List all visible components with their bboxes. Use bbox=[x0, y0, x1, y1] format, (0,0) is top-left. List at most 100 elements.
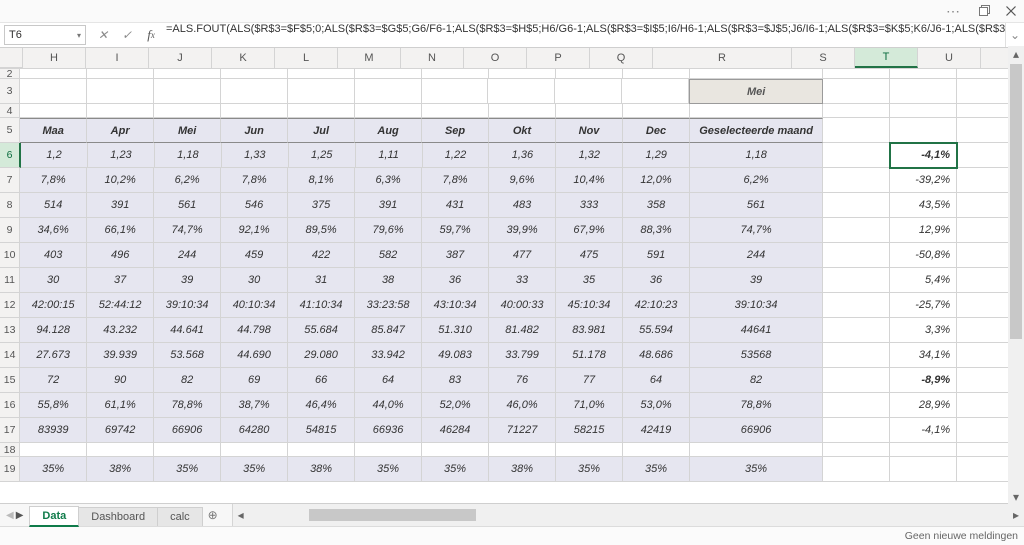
cell[interactable]: -25,7% bbox=[890, 293, 957, 318]
row-header[interactable]: 13 bbox=[0, 318, 20, 343]
table-col-header[interactable]: Dec bbox=[623, 118, 690, 143]
vertical-scrollbar[interactable]: ▴ ▾ bbox=[1008, 46, 1024, 505]
cell[interactable]: 35% bbox=[221, 457, 288, 482]
cell[interactable]: 35 bbox=[556, 268, 623, 293]
row-header[interactable]: 3 bbox=[0, 79, 20, 104]
column-header[interactable]: T bbox=[855, 48, 918, 68]
cell[interactable]: 1,32 bbox=[556, 143, 623, 168]
cell[interactable]: 1,33 bbox=[222, 143, 289, 168]
cell[interactable]: 27.673 bbox=[20, 343, 87, 368]
cell[interactable] bbox=[690, 69, 823, 79]
scroll-down-button[interactable]: ▾ bbox=[1008, 489, 1024, 505]
cell[interactable]: 244 bbox=[154, 243, 221, 268]
cell[interactable] bbox=[823, 343, 890, 368]
cell[interactable]: 42:00:15 bbox=[20, 293, 87, 318]
column-header[interactable]: L bbox=[275, 48, 338, 68]
cell[interactable]: 66936 bbox=[355, 418, 422, 443]
cell[interactable] bbox=[823, 104, 890, 118]
cell[interactable] bbox=[488, 79, 555, 104]
cell[interactable]: 44,0% bbox=[355, 393, 422, 418]
cell[interactable]: 561 bbox=[690, 193, 823, 218]
row-header[interactable]: 5 bbox=[0, 118, 20, 143]
column-header[interactable]: U bbox=[918, 48, 981, 68]
column-header[interactable]: P bbox=[527, 48, 590, 68]
cell[interactable]: 7,8% bbox=[422, 168, 489, 193]
cell[interactable]: 39:10:34 bbox=[690, 293, 823, 318]
cell[interactable] bbox=[623, 443, 690, 457]
scroll-up-button[interactable]: ▴ bbox=[1008, 46, 1024, 62]
cell[interactable]: 85.847 bbox=[355, 318, 422, 343]
cell[interactable]: 459 bbox=[221, 243, 288, 268]
cell[interactable] bbox=[823, 79, 890, 104]
tab-nav-next[interactable]: ▶ bbox=[16, 510, 24, 521]
cell[interactable] bbox=[690, 443, 823, 457]
close-window-button[interactable] bbox=[1002, 2, 1020, 20]
cell[interactable] bbox=[823, 218, 890, 243]
cell[interactable]: 53.568 bbox=[154, 343, 221, 368]
row-header[interactable]: 2 bbox=[0, 69, 20, 79]
cell[interactable] bbox=[20, 69, 87, 79]
column-header[interactable]: H bbox=[23, 48, 86, 68]
cell[interactable]: 53,0% bbox=[623, 393, 690, 418]
cell[interactable] bbox=[154, 104, 221, 118]
cell[interactable] bbox=[355, 79, 422, 104]
cell[interactable] bbox=[823, 268, 890, 293]
cell[interactable]: 39.939 bbox=[87, 343, 154, 368]
cell[interactable]: -8,9% bbox=[890, 368, 957, 393]
cell[interactable]: 30 bbox=[221, 268, 288, 293]
sheet-tab-calc[interactable]: calc bbox=[157, 507, 203, 526]
cell[interactable]: 46284 bbox=[422, 418, 489, 443]
column-header[interactable]: J bbox=[149, 48, 212, 68]
row-header[interactable]: 19 bbox=[0, 457, 20, 482]
column-header[interactable]: R bbox=[653, 48, 792, 68]
cell[interactable]: 44.798 bbox=[221, 318, 288, 343]
row-header[interactable]: 15 bbox=[0, 368, 20, 393]
cell[interactable]: 483 bbox=[489, 193, 556, 218]
cell[interactable]: 36 bbox=[422, 268, 489, 293]
cell[interactable] bbox=[690, 104, 823, 118]
cell[interactable]: 1,18 bbox=[155, 143, 222, 168]
cell[interactable]: 94.128 bbox=[20, 318, 87, 343]
cell[interactable]: 71,0% bbox=[556, 393, 623, 418]
cell[interactable] bbox=[87, 104, 154, 118]
table-col-header[interactable]: Nov bbox=[556, 118, 623, 143]
row-header[interactable]: 12 bbox=[0, 293, 20, 318]
cell[interactable]: 90 bbox=[87, 368, 154, 393]
cell[interactable]: 8,1% bbox=[288, 168, 355, 193]
restore-window-button[interactable] bbox=[976, 2, 994, 20]
cell[interactable] bbox=[823, 393, 890, 418]
cell[interactable]: 33 bbox=[489, 268, 556, 293]
cell[interactable] bbox=[823, 69, 890, 79]
cell[interactable]: 64 bbox=[355, 368, 422, 393]
row-header[interactable]: 4 bbox=[0, 104, 20, 118]
table-col-header[interactable]: Sep bbox=[422, 118, 489, 143]
sheet-tab-data[interactable]: Data bbox=[29, 506, 79, 527]
cell[interactable] bbox=[823, 418, 890, 443]
cell[interactable]: 38% bbox=[489, 457, 556, 482]
cell[interactable]: 12,9% bbox=[890, 218, 957, 243]
cell[interactable]: 358 bbox=[623, 193, 690, 218]
cell[interactable] bbox=[221, 79, 288, 104]
cell[interactable] bbox=[556, 69, 623, 79]
cell[interactable]: 40:10:34 bbox=[221, 293, 288, 318]
cell[interactable]: -50,8% bbox=[890, 243, 957, 268]
cell[interactable]: 38,7% bbox=[221, 393, 288, 418]
cell[interactable] bbox=[489, 104, 556, 118]
cell[interactable]: 244 bbox=[690, 243, 823, 268]
column-header[interactable]: K bbox=[212, 48, 275, 68]
row-header[interactable]: 9 bbox=[0, 218, 20, 243]
cell[interactable]: 51.178 bbox=[556, 343, 623, 368]
cell[interactable] bbox=[556, 443, 623, 457]
cell[interactable]: 39,9% bbox=[489, 218, 556, 243]
horizontal-scrollbar[interactable]: ◂ ▸ bbox=[232, 504, 1024, 526]
cell[interactable]: 422 bbox=[288, 243, 355, 268]
cell[interactable]: 29.080 bbox=[288, 343, 355, 368]
cell[interactable] bbox=[489, 443, 556, 457]
cell[interactable]: 1,25 bbox=[289, 143, 356, 168]
cell[interactable]: 1,29 bbox=[623, 143, 690, 168]
cell[interactable]: 6,2% bbox=[690, 168, 823, 193]
cell[interactable]: 38% bbox=[87, 457, 154, 482]
cell[interactable]: 37 bbox=[87, 268, 154, 293]
row-header[interactable]: 7 bbox=[0, 168, 20, 193]
cell[interactable]: 333 bbox=[556, 193, 623, 218]
